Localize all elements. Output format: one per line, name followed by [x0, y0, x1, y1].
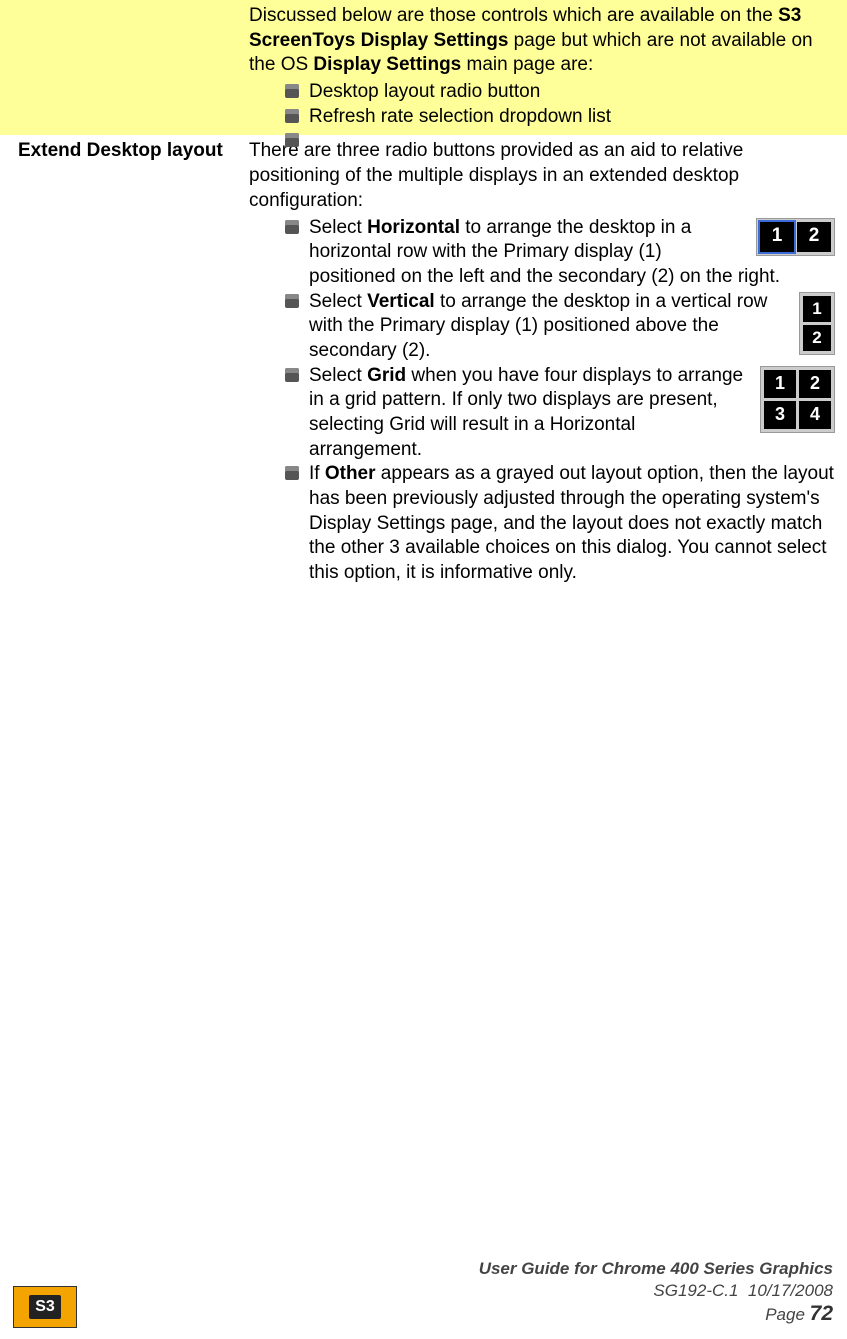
doc-date: 10/17/2008	[748, 1281, 833, 1300]
list-item: 1 2 Select Vertical to arrange the deskt…	[285, 290, 837, 364]
layout-list: 1 2 Select Horizontal to arrange the des…	[285, 216, 837, 586]
list-item: Desktop layout radio button	[285, 80, 837, 105]
text-bold: Display Settings	[313, 54, 461, 75]
s3-logo-icon: S3	[14, 1287, 76, 1327]
logo-text: S3	[29, 1295, 61, 1320]
monitor-1-icon: 1	[803, 296, 831, 322]
horizontal-layout-figure: 1 2	[756, 218, 835, 256]
page-label: Page	[765, 1305, 809, 1324]
list-item: Refresh rate selection dropdown list	[285, 105, 837, 130]
monitor-1-icon: 1	[760, 222, 794, 252]
text-bold: Grid	[367, 365, 406, 386]
list-item: If Other appears as a grayed out layout …	[285, 462, 837, 585]
monitor-2-icon: 2	[803, 325, 831, 351]
text: Select	[309, 217, 367, 238]
text: Select	[309, 365, 367, 386]
text-bold: Other	[325, 463, 376, 484]
page-number: 72	[810, 1302, 833, 1325]
vertical-layout-figure: 1 2	[799, 292, 835, 355]
monitor-2-icon: 2	[799, 370, 831, 398]
footer-text: User Guide for Chrome 400 Series Graphic…	[479, 1258, 833, 1327]
grid-layout-figure: 1 2 3 4	[760, 366, 835, 433]
text-bold: Horizontal	[367, 217, 460, 238]
footer-title: User Guide for Chrome 400 Series Graphic…	[479, 1258, 833, 1279]
notice-text: Discussed below are those controls which…	[249, 4, 837, 78]
text: Discussed below are those controls which…	[249, 5, 778, 26]
text: Select	[309, 291, 367, 312]
notice-list: Desktop layout radio button Refresh rate…	[285, 80, 837, 129]
section-heading: Extend Desktop layout	[18, 139, 243, 164]
monitor-4-icon: 4	[799, 401, 831, 429]
list-item: 1 2 Select Horizontal to arrange the des…	[285, 216, 837, 290]
doc-table: Discussed below are those controls which…	[0, 0, 847, 592]
monitor-1-icon: 1	[764, 370, 796, 398]
text-bold: Vertical	[367, 291, 435, 312]
page-footer: S3 User Guide for Chrome 400 Series Grap…	[0, 1252, 847, 1339]
text: appears as a grayed out layout option, t…	[309, 463, 834, 583]
text: If	[309, 463, 325, 484]
monitor-3-icon: 3	[764, 401, 796, 429]
monitor-2-icon: 2	[797, 222, 831, 252]
section-intro: There are three radio buttons provided a…	[249, 139, 837, 213]
doc-id: SG192-C.1	[653, 1281, 738, 1300]
text: main page are:	[461, 54, 593, 75]
list-item: 1 2 3 4 Select Grid when you have four d…	[285, 364, 837, 463]
